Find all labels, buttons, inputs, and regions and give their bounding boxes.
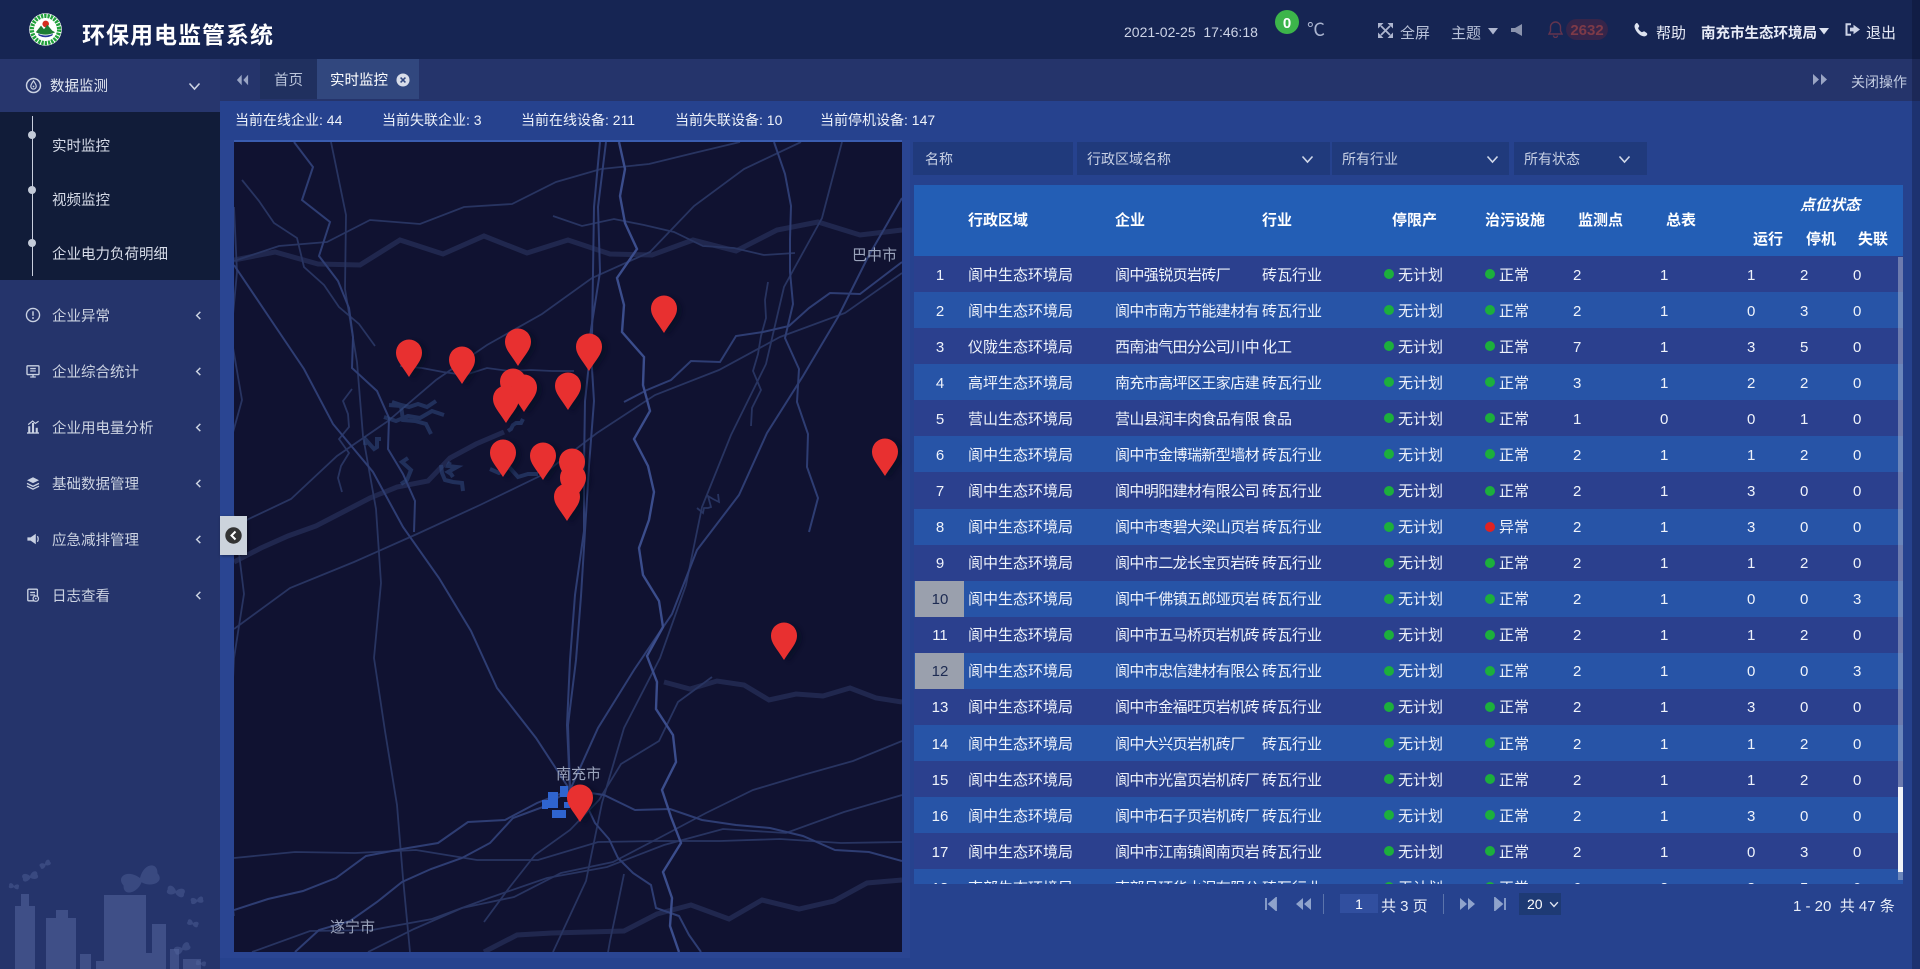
svg-text:遂宁市: 遂宁市 [330, 916, 375, 937]
svg-text:南充市: 南充市 [556, 763, 601, 784]
svg-text:巴中市: 巴中市 [852, 244, 897, 265]
